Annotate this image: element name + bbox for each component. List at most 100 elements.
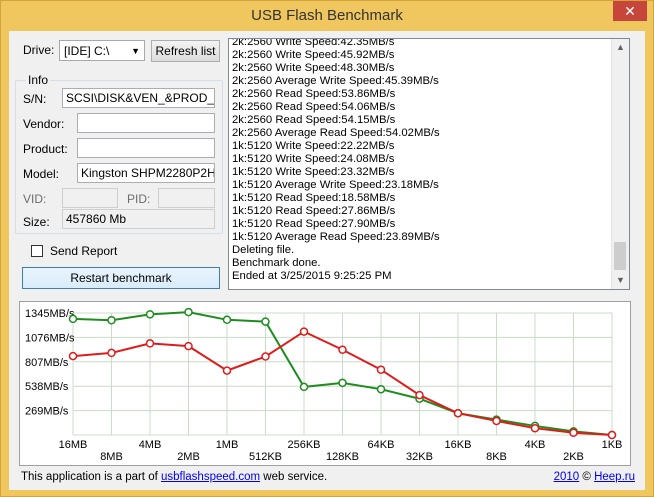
y-tick-label: 538MB/s bbox=[25, 381, 69, 393]
x-tick-label: 16KB bbox=[445, 439, 472, 451]
product-field[interactable] bbox=[77, 138, 215, 158]
log-line: 1k:5120 Read Speed:27.90MB/s bbox=[232, 218, 396, 230]
window-title: USB Flash Benchmark bbox=[251, 7, 403, 24]
vid-field bbox=[62, 188, 118, 208]
data-point bbox=[530, 423, 540, 433]
log-line: 2k:2560 Average Write Speed:45.39MB/s bbox=[232, 75, 439, 87]
x-tick-label: 32KB bbox=[406, 451, 433, 463]
data-point bbox=[184, 307, 193, 317]
model-label: Model: bbox=[23, 167, 60, 181]
log-line: 2k:2560 Average Read Speed:54.02MB/s bbox=[232, 127, 440, 139]
log-line: 2k:2560 Write Speed:48.30MB/s bbox=[232, 62, 395, 74]
x-tick-label: 16MB bbox=[59, 439, 88, 451]
data-point bbox=[107, 348, 116, 358]
x-tick-label: 2MB bbox=[177, 451, 200, 463]
pid-label: PID: bbox=[127, 192, 151, 206]
copyright: 2010 © Heep.ru bbox=[554, 471, 635, 483]
data-point bbox=[607, 430, 617, 440]
benchmark-log[interactable]: 2k:2560 Write Speed:42.35MB/s 2k:2560 Wri… bbox=[228, 38, 630, 290]
data-point bbox=[299, 382, 309, 392]
send-report-label: Send Report bbox=[50, 244, 118, 258]
log-line: 2k:2560 Read Speed:54.06MB/s bbox=[232, 101, 396, 113]
year-link[interactable]: 2010 bbox=[554, 471, 580, 483]
close-button[interactable]: ✕ bbox=[613, 1, 647, 21]
x-tick-label: 256KB bbox=[287, 439, 320, 451]
x-tick-label: 1MB bbox=[216, 439, 239, 451]
refresh-list-button[interactable]: Refresh list bbox=[151, 40, 220, 62]
log-line: 1k:5120 Average Write Speed:23.18MB/s bbox=[232, 179, 439, 191]
drive-select-value: [IDE] C:\ bbox=[64, 44, 110, 58]
log-line: 1k:5120 Write Speed:23.32MB/s bbox=[232, 166, 395, 178]
size-field: 457860 Mb bbox=[62, 209, 215, 229]
x-tick-label: 8MB bbox=[100, 451, 123, 463]
log-line: 2k:2560 Read Speed:54.15MB/s bbox=[232, 114, 396, 126]
data-point bbox=[338, 378, 347, 388]
data-point bbox=[261, 352, 270, 361]
data-point bbox=[184, 341, 193, 351]
footer-text: This application is a part of usbflashsp… bbox=[21, 471, 327, 483]
scroll-thumb[interactable] bbox=[614, 242, 626, 270]
data-point bbox=[299, 327, 309, 336]
x-tick-label: 64KB bbox=[368, 439, 395, 451]
log-line: 2k:2560 Write Speed:45.92MB/s bbox=[232, 49, 395, 61]
data-point bbox=[261, 317, 270, 326]
send-report-checkbox[interactable] bbox=[31, 245, 43, 257]
x-tick-label: 128KB bbox=[326, 451, 359, 463]
y-tick-label: 807MB/s bbox=[25, 357, 69, 369]
chevron-down-icon: ▼ bbox=[131, 46, 140, 56]
close-icon: ✕ bbox=[624, 3, 636, 19]
pid-field bbox=[158, 188, 215, 208]
log-line: 2k:2560 Write Speed:42.35MB/s bbox=[232, 38, 395, 48]
drive-select[interactable]: [IDE] C:\ ▼ bbox=[59, 40, 145, 61]
log-line: Deleting file. bbox=[232, 244, 295, 256]
drive-label: Drive: bbox=[23, 43, 55, 57]
footer-text-before: This application is a part of bbox=[21, 471, 161, 483]
data-point bbox=[145, 339, 155, 348]
scroll-down-icon[interactable]: ▼ bbox=[612, 272, 629, 289]
x-tick-label: 4MB bbox=[139, 439, 162, 451]
data-point bbox=[338, 345, 347, 354]
log-line: 1k:5120 Read Speed:18.58MB/s bbox=[232, 192, 396, 204]
usbflashspeed-link[interactable]: usbflashspeed.com bbox=[161, 471, 260, 483]
restart-benchmark-button[interactable]: Restart benchmark bbox=[22, 267, 220, 289]
data-point bbox=[453, 408, 463, 418]
log-line: 1k:5120 Read Speed:27.86MB/s bbox=[232, 205, 396, 217]
sn-field[interactable]: SCSI\DISK&VEN_&PROD_KIN bbox=[62, 88, 215, 108]
log-lines: 2k:2560 Write Speed:42.35MB/s 2k:2560 Wri… bbox=[232, 38, 611, 283]
x-tick-label: 4KB bbox=[525, 439, 546, 451]
log-line: Benchmark done. bbox=[232, 257, 321, 269]
speed-chart: 1345MB/s 1076MB/s 807MB/s 538MB/s 269MB/s 16M… bbox=[19, 301, 631, 466]
log-line: 2k:2560 Read Speed:53.86MB/s bbox=[232, 88, 396, 100]
x-tick-label: 1KB bbox=[602, 439, 623, 451]
vendor-label: Vendor: bbox=[23, 117, 65, 131]
log-scrollbar[interactable]: ▲ ▼ bbox=[611, 39, 629, 289]
footer-text-after: web service. bbox=[260, 471, 328, 483]
client-area: Drive: [IDE] C:\ ▼ Refresh list Info S/N… bbox=[9, 31, 645, 490]
data-point bbox=[222, 315, 232, 325]
vid-label: VID: bbox=[23, 192, 47, 206]
data-point bbox=[376, 384, 386, 394]
copyright-sign: © bbox=[579, 471, 595, 483]
log-line: 1k:5120 Write Speed:22.22MB/s bbox=[232, 140, 395, 152]
sn-label: S/N: bbox=[23, 92, 47, 106]
data-point bbox=[376, 365, 386, 374]
data-point bbox=[492, 416, 501, 426]
heep-link[interactable]: Heep.ru bbox=[594, 471, 635, 483]
info-group-title: Info bbox=[26, 73, 51, 87]
product-label: Product: bbox=[23, 142, 68, 156]
data-point bbox=[569, 428, 578, 437]
log-line: Ended at 3/25/2015 9:25:25 PM bbox=[232, 270, 392, 282]
data-point bbox=[68, 314, 78, 324]
scroll-up-icon[interactable]: ▲ bbox=[612, 39, 629, 56]
log-line: 1k:5120 Write Speed:24.08MB/s bbox=[232, 153, 395, 165]
data-point bbox=[222, 366, 232, 375]
y-tick-label: 1345MB/s bbox=[25, 308, 75, 320]
app-window: USB Flash Benchmark ✕ Drive: [IDE] C:\ ▼… bbox=[0, 0, 654, 497]
speed-chart-svg: 1345MB/s 1076MB/s 807MB/s 538MB/s 269MB/s 16M… bbox=[25, 307, 623, 463]
model-field[interactable]: Kingston SHPM2280P2H/4 bbox=[77, 163, 215, 183]
vendor-field[interactable] bbox=[77, 113, 215, 133]
data-point bbox=[145, 310, 155, 319]
title-bar[interactable]: USB Flash Benchmark ✕ bbox=[1, 1, 653, 31]
y-tick-label: 1076MB/s bbox=[25, 332, 75, 344]
x-tick-label: 8KB bbox=[486, 451, 507, 463]
